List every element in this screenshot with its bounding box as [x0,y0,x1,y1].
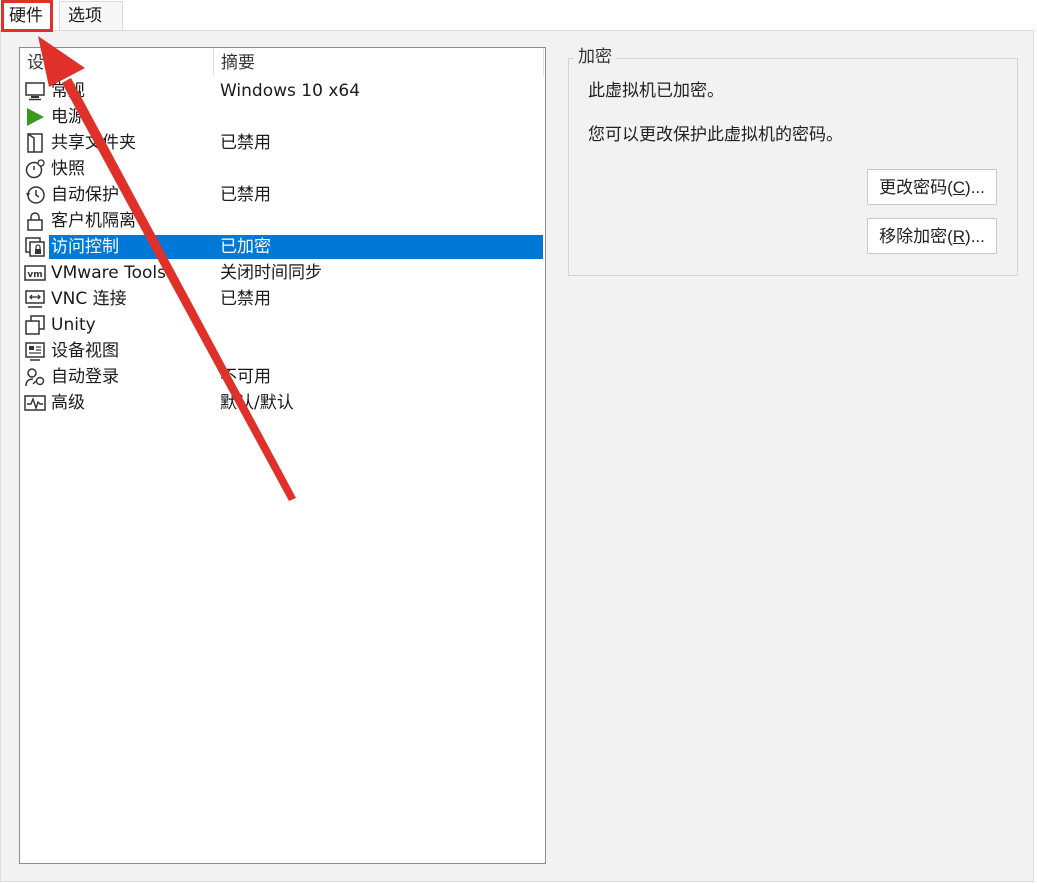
list-item-snapshots[interactable]: 快照 [20,156,545,182]
list-item-device-view[interactable]: 设备视图 [20,338,545,364]
item-name: 自动保护 [51,185,119,205]
list-item-autoprotect[interactable]: 自动保护 已禁用 [20,182,545,208]
item-summary: 关闭时间同步 [220,263,322,283]
item-summary: 已禁用 [220,289,271,309]
remove-encryption-button[interactable]: 移除加密(R)... [867,218,997,254]
list-item-advanced[interactable]: 高级 默认/默认 [20,390,545,416]
item-summary: 不可用 [220,367,271,387]
item-summary: 已禁用 [220,185,271,205]
item-summary: 已加密 [220,237,271,257]
item-name: 自动登录 [51,367,119,387]
shared-folder-icon [24,132,46,154]
list-item-autologin[interactable]: 自动登录 不可用 [20,364,545,390]
item-name: 高级 [51,393,85,413]
vm-settings-window: 硬件 选项 设置 摘要 常规 Windows 10 x64 电源 共享文件夹 已… [0,0,1037,884]
advanced-icon [24,392,46,414]
item-summary: 默认/默认 [220,393,294,413]
header-setting[interactable]: 设置 [27,48,61,76]
autologin-icon [24,366,46,388]
settings-list[interactable]: 设置 摘要 常规 Windows 10 x64 电源 共享文件夹 已禁用 快照 … [19,47,546,864]
access-control-icon [24,236,46,258]
header-divider[interactable] [543,48,544,76]
header-divider[interactable] [213,48,214,76]
list-item-unity[interactable]: Unity [20,312,545,338]
item-name: Unity [51,315,96,335]
unity-icon [24,314,46,336]
button-mnemonic: R [952,226,966,246]
item-name: 设备视图 [51,341,119,361]
item-name: VNC 连接 [51,289,127,309]
list-item-general[interactable]: 常规 Windows 10 x64 [20,78,545,104]
item-name: 共享文件夹 [51,133,136,153]
tab-hardware[interactable]: 硬件 [1,0,53,32]
change-password-button[interactable]: 更改密码(C)... [867,169,997,205]
vmware-tools-icon: vm [24,262,46,284]
item-summary: 已禁用 [220,133,271,153]
list-item-vnc[interactable]: VNC 连接 已禁用 [20,286,545,312]
device-view-icon [24,340,46,362]
svg-text:vm: vm [27,270,42,280]
list-item-shared-folders[interactable]: 共享文件夹 已禁用 [20,130,545,156]
list-item-vmware-tools[interactable]: vm VMware Tools 关闭时间同步 [20,260,545,286]
item-summary: Windows 10 x64 [220,81,361,101]
lock-icon [24,210,46,232]
item-name: 快照 [51,159,85,179]
monitor-icon [24,80,46,102]
autoprotect-icon [24,184,46,206]
list-item-power[interactable]: 电源 [20,104,545,130]
snapshot-icon [24,158,46,180]
list-item-access-control[interactable]: 访问控制 已加密 [20,234,545,260]
tab-options[interactable]: 选项 [59,1,123,30]
vnc-icon [24,288,46,310]
button-label: 移除加密( [879,226,953,246]
encryption-group-title: 加密 [574,46,616,68]
item-name: 客户机隔离 [51,211,136,231]
item-name: 电源 [51,107,85,127]
encryption-hint: 您可以更改保护此虚拟机的密码。 [588,125,843,145]
item-name: 常规 [51,81,85,101]
button-suffix: )... [965,177,985,197]
button-mnemonic: C [952,177,966,197]
item-name: VMware Tools [51,263,166,283]
item-name: 访问控制 [51,237,119,257]
header-summary[interactable]: 摘要 [221,48,255,76]
list-item-isolation[interactable]: 客户机隔离 [20,208,545,234]
tab-strip: 硬件 选项 [0,0,1037,32]
encryption-status: 此虚拟机已加密。 [588,81,724,101]
button-suffix: )... [965,226,985,246]
selection-highlight [49,235,543,259]
list-header: 设置 摘要 [20,48,545,76]
button-label: 更改密码( [879,177,953,197]
power-icon [24,106,46,128]
